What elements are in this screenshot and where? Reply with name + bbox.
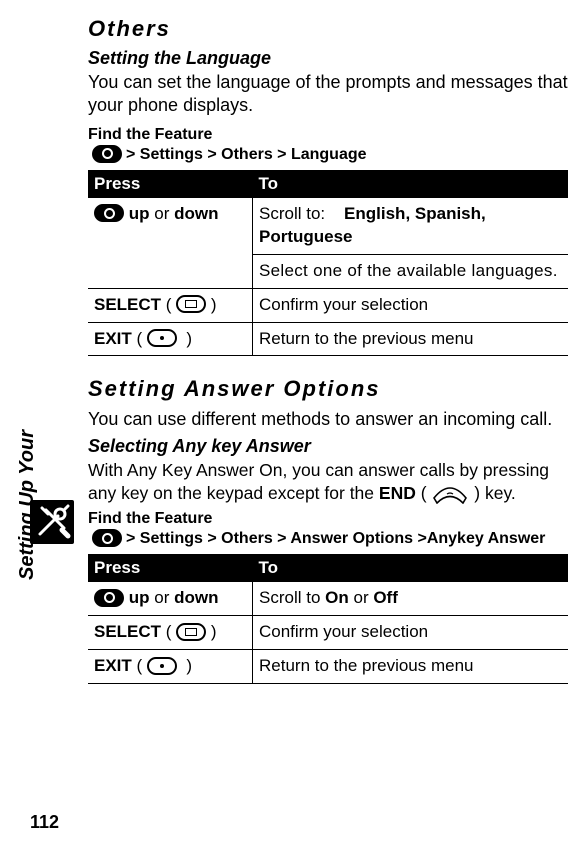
nav-pill-icon [94, 204, 124, 222]
answer-description: You can use different methods to answer … [88, 408, 568, 431]
select-softkey-label: SELECT [94, 295, 161, 314]
press-cell-exit: EXIT ( ) [88, 650, 253, 684]
to-cell-return: Return to the previous menu [253, 650, 569, 684]
menu-pill-icon [92, 529, 122, 547]
anykey-description: With Any Key Answer On, you can answer c… [88, 459, 568, 505]
anykey-procedure-table: Press To up or down Scroll to On or [88, 554, 568, 684]
exit-softkey-label: EXIT [94, 656, 132, 675]
table-row: EXIT ( ) Return to the previous menu [88, 322, 568, 356]
nav-up-label: up [129, 588, 155, 607]
subheading-anykey: Selecting Any key Answer [88, 436, 568, 457]
nav-or-label: or [154, 204, 169, 223]
menu-path-anykey: > Settings > Others > Answer Options >An… [88, 530, 568, 548]
option-or: or [353, 588, 373, 607]
press-cell-nav: up or down [88, 582, 253, 615]
select-softkey-label: SELECT [94, 622, 161, 641]
press-cell-nav: up or down [88, 198, 253, 288]
menu-path-text: > Settings > Others > Language [126, 146, 367, 164]
table-row: SELECT ( ) Confirm your selection [88, 616, 568, 650]
nav-pill-icon [94, 589, 124, 607]
col-header-press: Press [88, 554, 253, 582]
table-header-row: Press To [88, 554, 568, 582]
anykey-desc-pre: With Any Key Answer On, you can answer c… [88, 460, 549, 503]
language-description: You can set the language of the prompts … [88, 71, 568, 118]
paren-open: ( [421, 483, 427, 503]
press-cell-select: SELECT ( ) [88, 288, 253, 322]
press-cell-exit: EXIT ( ) [88, 322, 253, 356]
col-header-press: Press [88, 170, 253, 198]
manual-page: Others Setting the Language You can set … [0, 0, 586, 851]
to-cell-select-one: Select one of the available languages. [253, 254, 569, 288]
paren-close: ) [474, 483, 480, 503]
to-cell-scroll-on-off: Scroll to On or Off [253, 582, 569, 615]
main-content: Others Setting the Language You can set … [88, 16, 568, 684]
scroll-to-prefix: Scroll to: [259, 204, 325, 223]
to-cell-scroll-options: Scroll to: English, Spanish, Portuguese [253, 198, 569, 254]
heading-answer-options: Setting Answer Options [88, 368, 568, 402]
language-procedure-table: Press To up or down Scroll to: Eng [88, 170, 568, 357]
to-cell-confirm: Confirm your selection [253, 288, 569, 322]
end-key-label: END [379, 483, 416, 503]
to-cell-return: Return to the previous menu [253, 322, 569, 356]
softkey-pill-icon [176, 295, 206, 313]
table-header-row: Press To [88, 170, 568, 198]
section-side-label: Setting Up Your [16, 430, 39, 580]
table-row: up or down Scroll to On or Off [88, 582, 568, 615]
find-the-feature-label: Find the Feature [88, 126, 568, 144]
table-row: SELECT ( ) Confirm your selection [88, 288, 568, 322]
end-key-icon [433, 484, 467, 504]
table-row: up or down Scroll to: English, Spanish, … [88, 198, 568, 254]
to-cell-confirm: Confirm your selection [253, 616, 569, 650]
col-header-to: To [253, 554, 569, 582]
page-number: 112 [30, 812, 59, 833]
option-off: Off [373, 588, 398, 607]
menu-pill-icon [92, 145, 122, 163]
menu-path-text: > Settings > Others > Answer Options >An… [126, 530, 545, 548]
nav-down-label: down [174, 204, 218, 223]
find-the-feature-label: Find the Feature [88, 510, 568, 528]
subheading-setting-language: Setting the Language [88, 48, 568, 69]
nav-or-label: or [154, 588, 169, 607]
softkey-pill-icon [147, 657, 177, 675]
softkey-pill-icon [147, 329, 177, 347]
option-on: On [325, 588, 349, 607]
nav-down-label: down [174, 588, 218, 607]
nav-up-label: up [129, 204, 155, 223]
col-header-to: To [253, 170, 569, 198]
softkey-pill-icon [176, 623, 206, 641]
heading-others: Others [88, 16, 568, 42]
menu-path-language: > Settings > Others > Language [88, 146, 568, 164]
scroll-prefix: Scroll to [259, 588, 325, 607]
exit-softkey-label: EXIT [94, 329, 132, 348]
press-cell-select: SELECT ( ) [88, 616, 253, 650]
table-row: EXIT ( ) Return to the previous menu [88, 650, 568, 684]
anykey-desc-post: key. [485, 483, 516, 503]
